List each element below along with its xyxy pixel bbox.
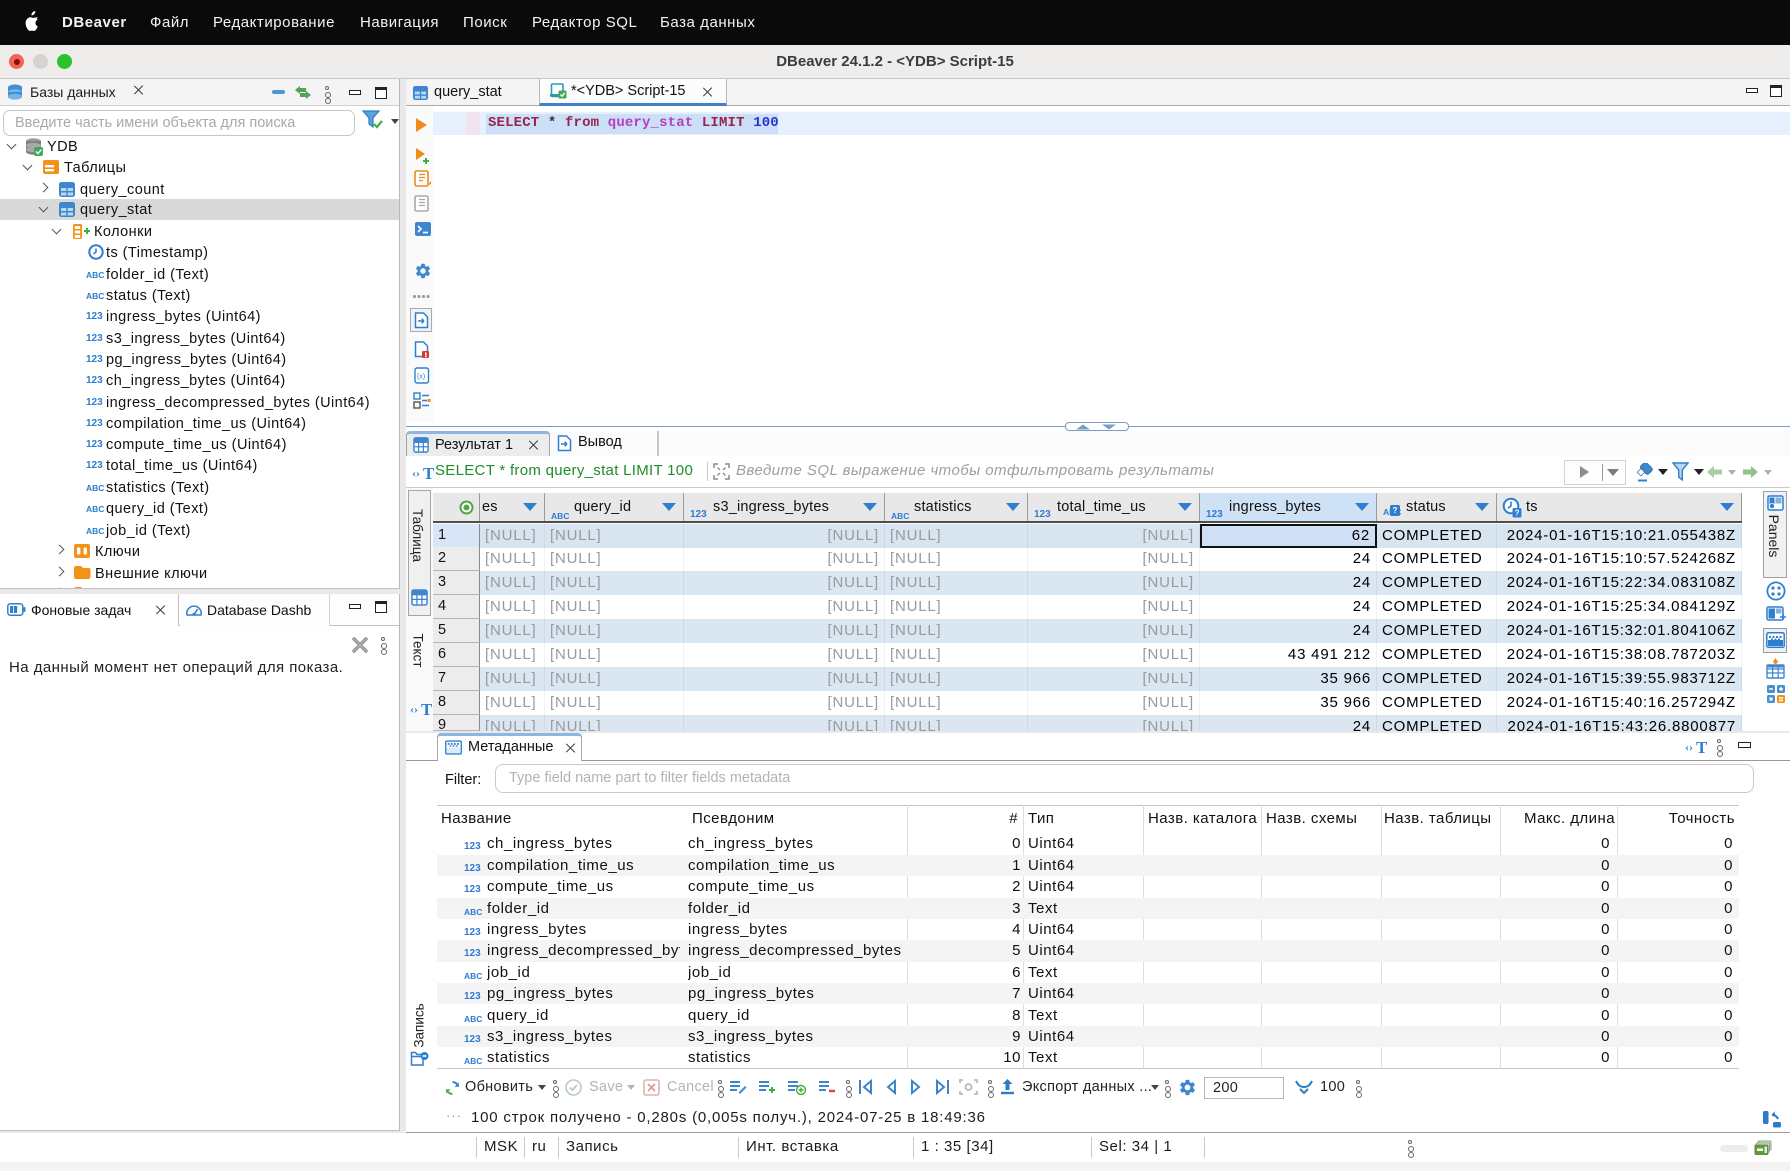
svg-text:T: T (421, 700, 432, 717)
svg-text:?: ? (1515, 509, 1520, 518)
svg-text:‹›: ‹› (412, 466, 420, 480)
svg-text:(x): (x) (417, 374, 425, 381)
svg-text:‹›: ‹› (410, 702, 418, 716)
svg-text:‹›: ‹› (1685, 740, 1693, 754)
svg-text:T: T (1696, 738, 1707, 755)
svg-text:T: T (423, 464, 434, 481)
